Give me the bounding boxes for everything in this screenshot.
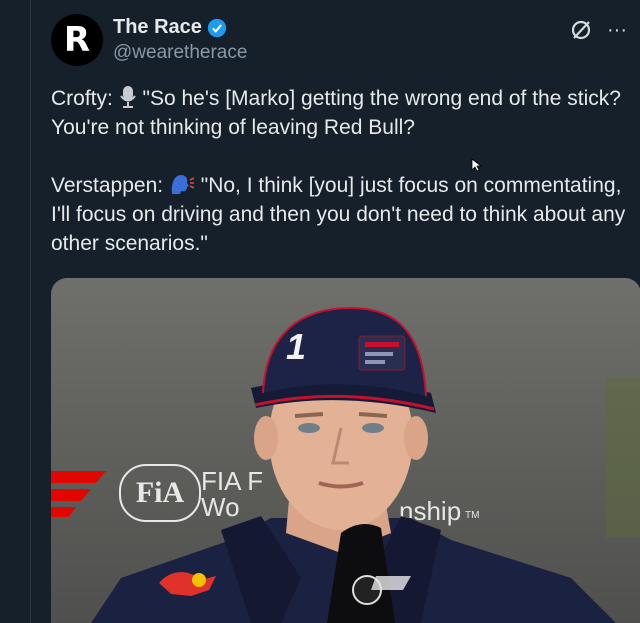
grok-icon[interactable] (569, 18, 593, 42)
mouse-cursor-icon (471, 158, 483, 172)
name-row: The Race (113, 16, 227, 39)
speaking-head-icon (171, 175, 195, 194)
avatar[interactable]: R (51, 14, 103, 66)
tweet: R The Race @wearetherace ··· Crofty: "So… (30, 0, 640, 623)
crofty-quote: "So he's [Marko] getting the wrong end o… (51, 87, 627, 139)
driver-photo (91, 306, 640, 623)
handle[interactable]: @wearetherace (113, 42, 247, 64)
more-icon[interactable]: ··· (607, 19, 627, 42)
verified-badge-icon (207, 18, 227, 37)
crofty-label: Crofty: (51, 87, 119, 110)
microphone-icon (119, 86, 136, 108)
top-icons: ··· (569, 18, 627, 42)
media-video[interactable]: FiA FIA F Wo nship TM 1 (51, 278, 640, 623)
verstappen-label: Verstappen: (51, 174, 169, 197)
display-name[interactable]: The Race (113, 16, 202, 39)
avatar-letter: R (63, 20, 91, 60)
cap-number: 1 (286, 326, 307, 367)
tweet-text: Crofty: "So he's [Marko] getting the wro… (51, 84, 640, 258)
